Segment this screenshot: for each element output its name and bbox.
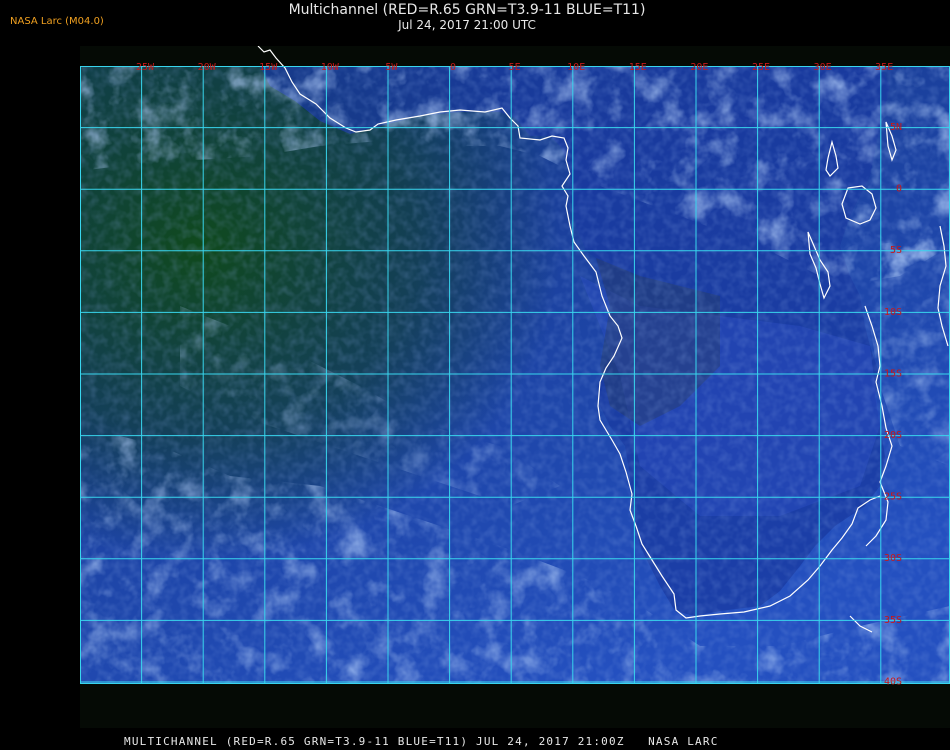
latitude-label: 5N <box>890 122 902 133</box>
latitude-label: 5S <box>890 245 902 256</box>
longitude-label: 15W <box>259 62 278 73</box>
footer-text: MULTICHANNEL (RED=R.65 GRN=T3.9-11 BLUE=… <box>124 735 719 748</box>
latitude-label: 35S <box>884 615 902 626</box>
longitude-label: 35E <box>875 62 893 73</box>
latitude-label: 15S <box>884 368 902 379</box>
latitude-label: 25S <box>884 492 902 503</box>
latitude-label: 40S <box>884 676 902 687</box>
longitude-label: 25W <box>136 62 155 73</box>
map-canvas: 25W 20W 15W 10W 5W 0 5E 10E 15E 20E 25E 30E 35E 5N 0 5… <box>80 46 950 687</box>
longitude-label: 10W <box>321 62 340 73</box>
longitude-label: 0 <box>450 62 456 73</box>
longitude-label: 20E <box>690 62 708 73</box>
latitude-label: 30S <box>884 553 902 564</box>
longitude-label: 20W <box>198 62 217 73</box>
latitude-label: 20S <box>884 430 902 441</box>
longitude-label: 5W <box>385 62 398 73</box>
longitude-label: 10E <box>567 62 585 73</box>
image-timestamp: Jul 24, 2017 21:00 UTC <box>398 18 536 32</box>
latitude-label: 10S <box>884 307 902 318</box>
longitude-label: 30E <box>814 62 832 73</box>
image-title: Multichannel (RED=R.65 GRN=T3.9-11 BLUE=… <box>288 2 646 18</box>
longitude-label: 25E <box>752 62 770 73</box>
latitude-label: 0 <box>896 184 902 195</box>
longitude-label: 5E <box>509 62 521 73</box>
longitude-label: 15E <box>629 62 647 73</box>
title-block: Multichannel (RED=R.65 GRN=T3.9-11 BLUE=… <box>0 2 950 32</box>
satellite-map: 25W 20W 15W 10W 5W 0 5E 10E 15E 20E 25E 30E 35E 5N 0 5… <box>80 46 950 728</box>
